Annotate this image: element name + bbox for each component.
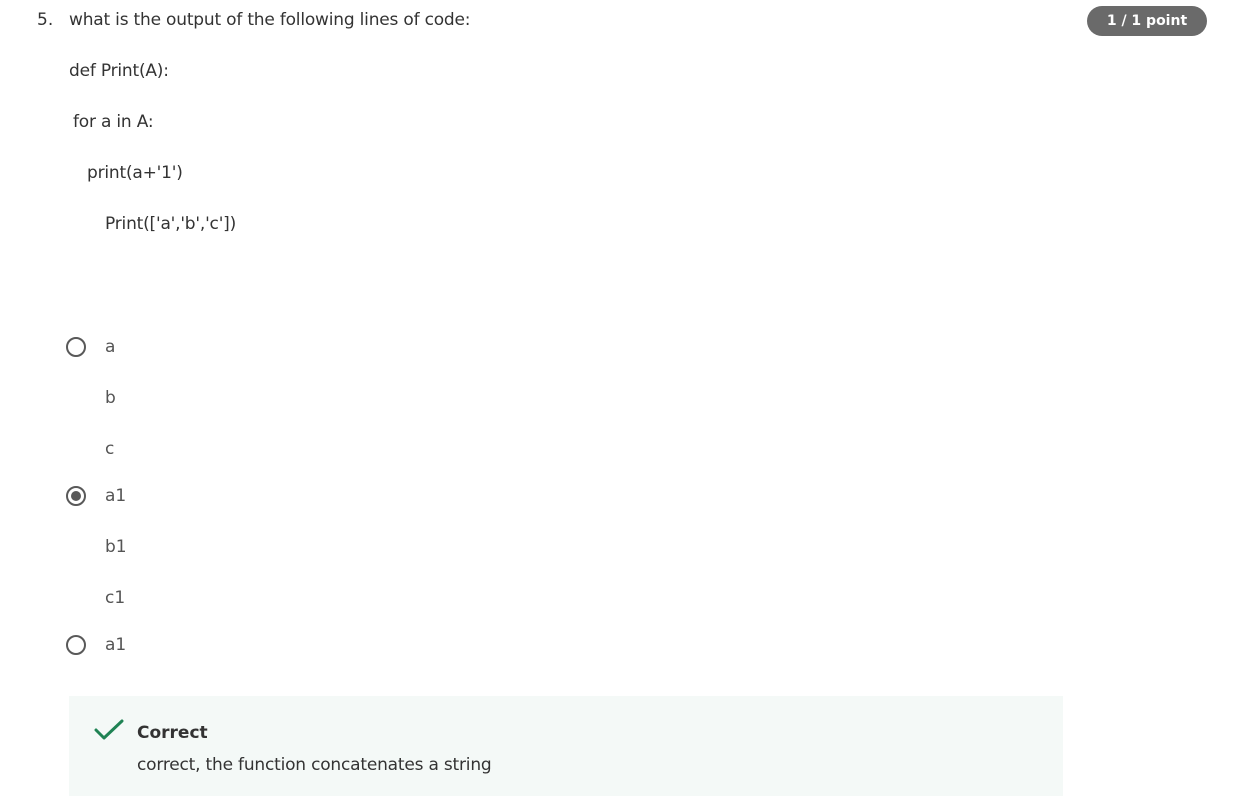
code-line-2: for a in A: (73, 112, 154, 132)
option-1-line-2: b (105, 388, 116, 408)
quiz-question-page: 5. what is the output of the following l… (0, 0, 1248, 798)
option-1-line-1: a (105, 337, 116, 357)
feedback-status: Correct (137, 723, 208, 743)
code-line-3: print(a+'1') (87, 163, 183, 183)
question-number: 5. (37, 10, 54, 30)
option-3-line-1: a1 (105, 635, 127, 655)
radio-button[interactable] (66, 635, 86, 655)
radio-button[interactable] (66, 337, 86, 357)
points-badge: 1 / 1 point (1087, 6, 1207, 36)
checkmark-icon (94, 719, 124, 740)
code-line-4: Print(['a','b','c']) (105, 214, 237, 234)
question-text: what is the output of the following line… (69, 10, 471, 30)
code-line-1: def Print(A): (69, 61, 169, 81)
option-2-line-1: a1 (105, 486, 127, 506)
option-2-line-3: c1 (105, 588, 126, 608)
option-1-line-3: c (105, 439, 115, 459)
option-2-line-2: b1 (105, 537, 127, 557)
feedback-message: correct, the function concatenates a str… (137, 755, 492, 775)
feedback-panel: Correct correct, the function concatenat… (69, 696, 1063, 796)
radio-button-selected[interactable] (66, 486, 86, 506)
